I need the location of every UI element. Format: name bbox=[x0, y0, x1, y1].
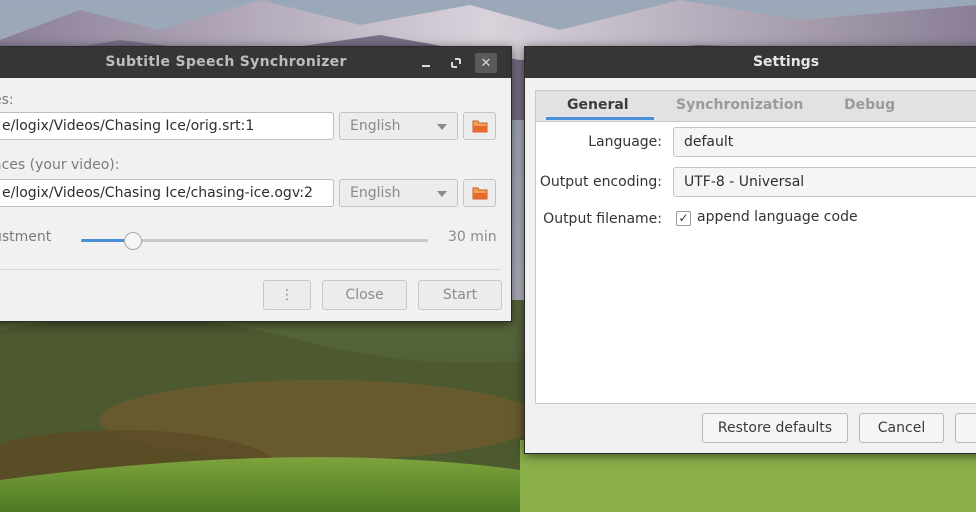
window-title: Settings bbox=[752, 54, 820, 70]
settings-window: Settings General Synchronization Debug L… bbox=[524, 46, 976, 454]
chevron-down-icon bbox=[437, 191, 447, 197]
subtitles-label: es: bbox=[0, 92, 14, 108]
active-tab-indicator bbox=[546, 117, 654, 120]
subtitles-path-field[interactable]: e/logix/Videos/Chasing Ice/orig.srt:1 bbox=[0, 112, 334, 140]
ok-button[interactable] bbox=[955, 413, 976, 443]
adjustment-slider-handle[interactable] bbox=[124, 232, 143, 250]
append-language-label[interactable]: append language code bbox=[697, 209, 858, 225]
tab-synchronization[interactable]: Synchronization bbox=[676, 97, 803, 113]
titlebar[interactable]: Subtitle Speech Synchronizer ✕ bbox=[0, 47, 511, 78]
encoding-label: Output encoding: bbox=[539, 174, 662, 190]
maximize-icon[interactable] bbox=[445, 53, 467, 73]
minimize-icon[interactable] bbox=[415, 53, 437, 73]
open-subtitles-button[interactable] bbox=[463, 112, 496, 140]
folder-icon bbox=[472, 120, 487, 133]
references-language-value: English bbox=[350, 185, 401, 201]
references-language-select[interactable]: English bbox=[339, 179, 458, 207]
tab-debug[interactable]: Debug bbox=[844, 97, 895, 113]
more-options-button[interactable]: ⋮ bbox=[263, 280, 311, 310]
tab-general[interactable]: General bbox=[567, 97, 629, 113]
start-button[interactable]: Start bbox=[418, 280, 502, 310]
references-path-field[interactable]: e/logix/Videos/Chasing Ice/chasing-ice.o… bbox=[0, 179, 334, 207]
cancel-button[interactable]: Cancel bbox=[859, 413, 944, 443]
close-icon[interactable]: ✕ bbox=[475, 53, 497, 73]
references-label: aces (your video): bbox=[0, 157, 120, 173]
chevron-down-icon bbox=[437, 124, 447, 130]
open-references-button[interactable] bbox=[463, 179, 496, 207]
tab-bar: General Synchronization Debug bbox=[535, 90, 976, 121]
encoding-select[interactable]: UTF-8 - Universal bbox=[673, 167, 976, 197]
general-panel: Language: default Output encoding: UTF-8… bbox=[535, 121, 976, 404]
titlebar[interactable]: Settings bbox=[525, 47, 976, 78]
close-button[interactable]: Close bbox=[322, 280, 407, 310]
filename-label: Output filename: bbox=[543, 211, 662, 227]
subtitles-language-value: English bbox=[350, 118, 401, 134]
subtitles-language-select[interactable]: English bbox=[339, 112, 458, 140]
divider bbox=[0, 269, 501, 270]
window-title: Subtitle Speech Synchronizer bbox=[105, 54, 347, 70]
adjustment-value: 30 min bbox=[448, 229, 497, 245]
language-select[interactable]: default bbox=[673, 127, 976, 157]
subtitle-sync-window: Subtitle Speech Synchronizer ✕ es: e/log… bbox=[0, 46, 512, 322]
language-label: Language: bbox=[588, 134, 662, 150]
restore-defaults-button[interactable]: Restore defaults bbox=[702, 413, 848, 443]
folder-icon bbox=[472, 187, 487, 200]
adjustment-label: ustment bbox=[0, 229, 52, 245]
append-language-checkbox[interactable]: ✓ bbox=[676, 211, 691, 226]
